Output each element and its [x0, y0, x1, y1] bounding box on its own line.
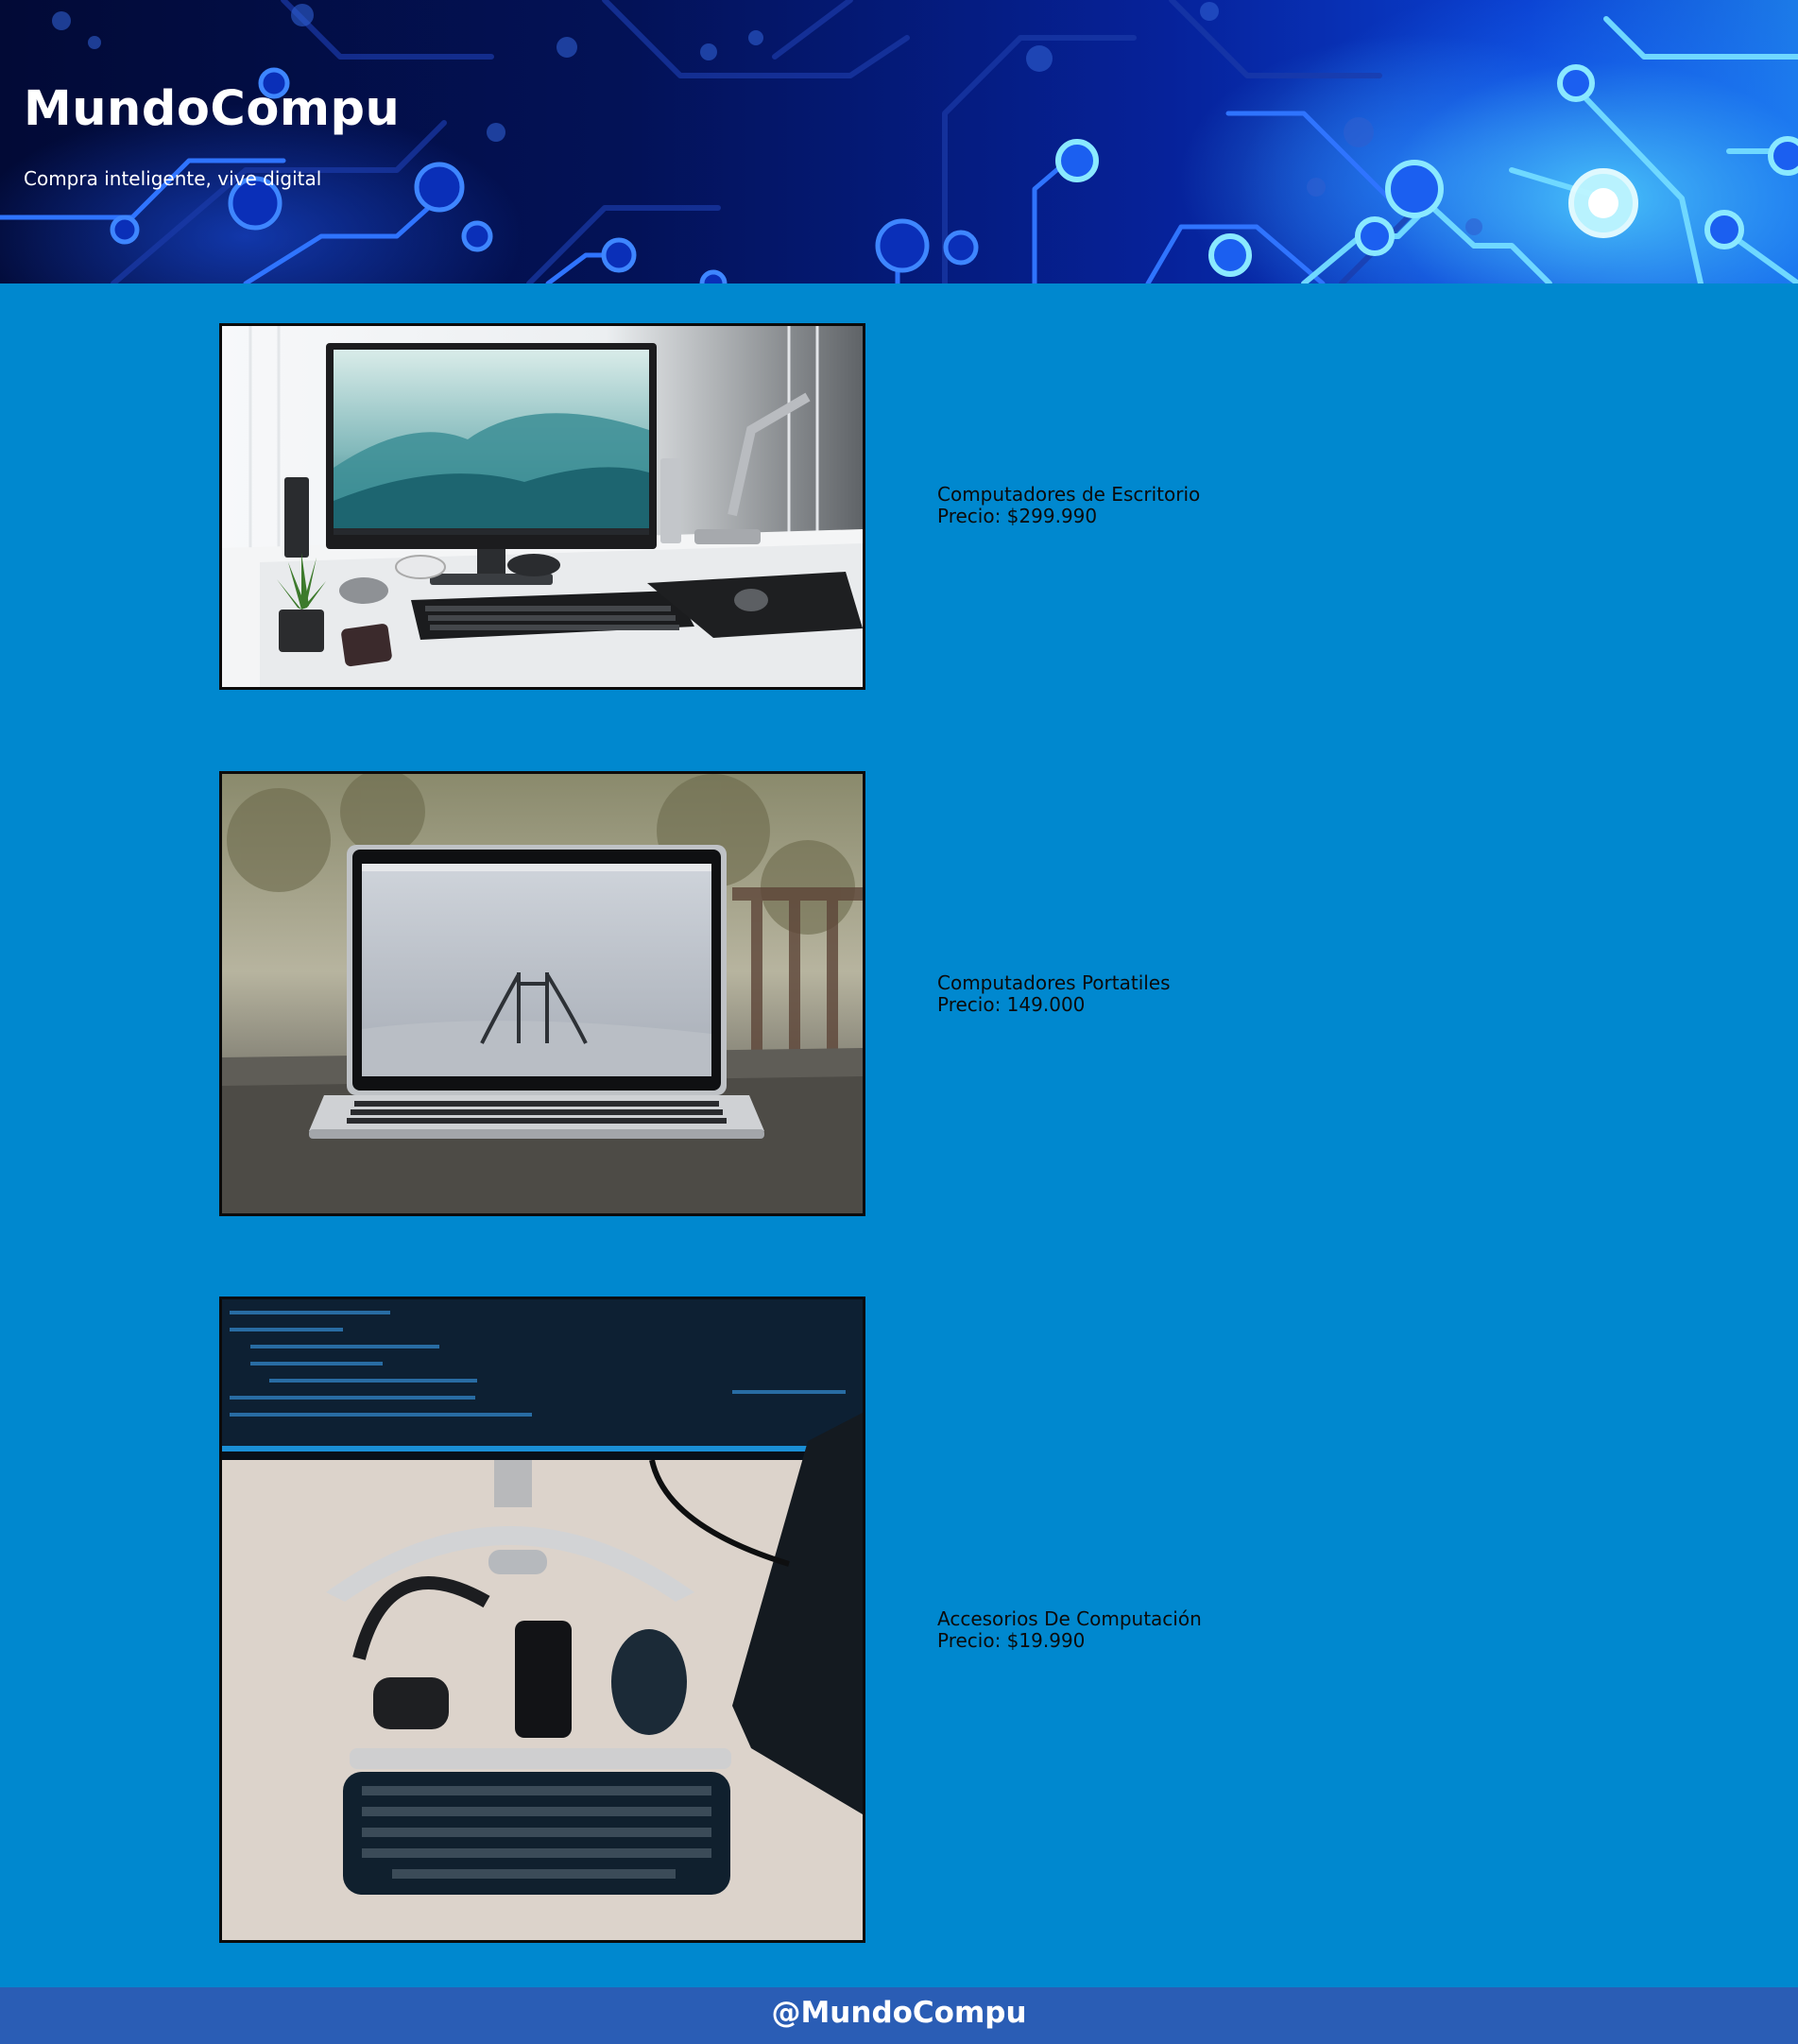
computer-accessories-photo[interactable] [219, 1297, 865, 1943]
product-desktop-info: Computadores de Escritorio Precio: $299.… [937, 484, 1200, 527]
desktop-computer-photo[interactable] [219, 323, 865, 690]
product-laptop-info: Computadores Portatiles Precio: 149.000 [937, 972, 1171, 1016]
product-name: Computadores de Escritorio [937, 483, 1201, 506]
social-handle-link[interactable]: @MundoCompu [771, 1996, 1026, 2030]
footer: @MundoCompu [0, 1987, 1798, 2044]
product-price: Precio: 149.000 [937, 993, 1086, 1016]
circuit-board-background [0, 0, 1798, 283]
product-name: Accesorios De Computación [937, 1607, 1202, 1630]
site-tagline: Compra inteligente, vive digital [24, 167, 322, 190]
product-price: Precio: $19.990 [937, 1629, 1086, 1652]
header-banner: MundoCompu Compra inteligente, vive digi… [0, 0, 1798, 283]
product-name: Computadores Portatiles [937, 971, 1171, 994]
product-price: Precio: $299.990 [937, 505, 1098, 527]
laptop-photo[interactable] [219, 771, 865, 1216]
product-accessories-info: Accesorios De Computación Precio: $19.99… [937, 1608, 1202, 1652]
site-title: MundoCompu [24, 81, 401, 137]
laptop-illustration [222, 774, 863, 1213]
desktop-computer-illustration [222, 326, 863, 687]
accessories-illustration [222, 1299, 863, 1940]
